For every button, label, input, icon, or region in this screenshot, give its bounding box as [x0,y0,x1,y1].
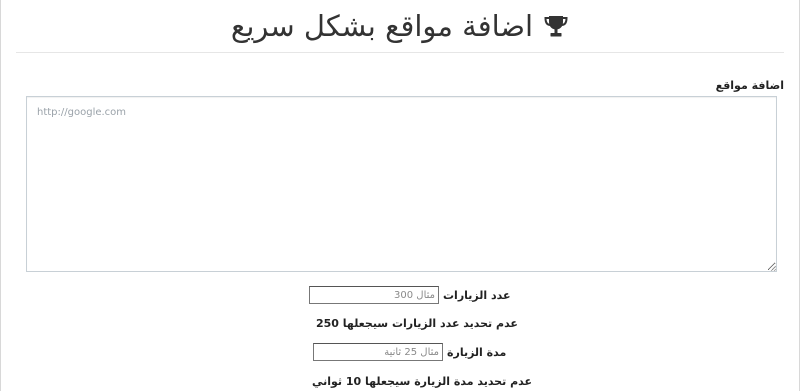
sites-label: اضافة مواقع [715,79,784,92]
visits-note: عدم تحديد عدد الزيارات سيجعلها 250 [316,317,518,330]
resize-grip-icon[interactable] [770,265,776,271]
duration-label: مدة الزيارة [447,345,507,359]
page-title: اضافة مواقع بشكل سريع [230,9,534,43]
page-title-wrap: اضافة مواقع بشكل سريع [231,9,569,43]
duration-input[interactable] [313,343,443,361]
sites-textarea[interactable] [26,96,777,272]
page-left-border [0,0,1,391]
visits-input[interactable] [309,286,439,304]
duration-note: عدم تحديد مدة الزيارة سيجعلها 10 ثواني [312,375,532,388]
visits-label: عدد الزيارات [443,288,511,302]
trophy-icon [544,16,568,37]
visits-row: عدد الزيارات [309,286,511,304]
duration-row: مدة الزيارة [313,343,506,361]
page-header: اضافة مواقع بشكل سريع [16,0,784,53]
